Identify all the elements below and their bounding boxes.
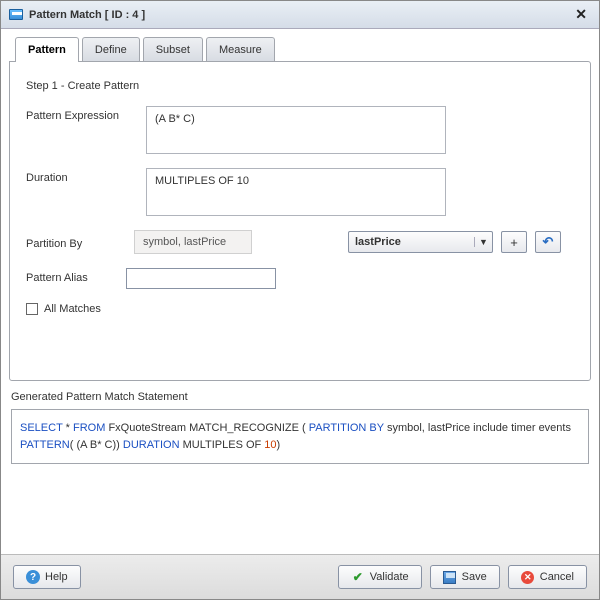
validate-button[interactable]: ✔ Validate bbox=[338, 565, 422, 589]
add-partition-button[interactable]: + bbox=[501, 231, 527, 253]
help-icon: ? bbox=[26, 570, 40, 584]
row-partition-by: Partition By symbol, lastPrice lastPrice… bbox=[26, 230, 574, 254]
step-label: Step 1 - Create Pattern bbox=[26, 80, 574, 92]
undo-partition-button[interactable]: ↶ bbox=[535, 231, 561, 253]
label-duration: Duration bbox=[26, 168, 146, 184]
titlebar: Pattern Match [ ID : 4 ] ✕ bbox=[1, 1, 599, 29]
save-icon bbox=[443, 571, 456, 584]
pattern-expression-input[interactable]: (A B* C) bbox=[146, 106, 446, 154]
generated-statement: SELECT * FROM FxQuoteStream MATCH_RECOGN… bbox=[11, 409, 589, 464]
validate-button-label: Validate bbox=[370, 571, 409, 583]
tab-strip: Pattern Define Subset Measure bbox=[15, 37, 591, 62]
app-icon bbox=[9, 9, 23, 20]
tab-measure[interactable]: Measure bbox=[206, 37, 275, 62]
cancel-button[interactable]: ✕ Cancel bbox=[508, 565, 587, 589]
button-bar: ? Help ✔ Validate Save ✕ Cancel bbox=[1, 554, 599, 599]
pattern-match-dialog: Pattern Match [ ID : 4 ] ✕ Pattern Defin… bbox=[0, 0, 600, 600]
close-icon[interactable]: ✕ bbox=[571, 6, 591, 23]
row-pattern-expression: Pattern Expression (A B* C) bbox=[26, 106, 574, 154]
tab-panel-pattern: Step 1 - Create Pattern Pattern Expressi… bbox=[9, 61, 591, 381]
tab-define[interactable]: Define bbox=[82, 37, 140, 62]
tab-subset[interactable]: Subset bbox=[143, 37, 203, 62]
pattern-alias-input[interactable] bbox=[126, 268, 276, 289]
tab-area: Pattern Define Subset Measure Step 1 - C… bbox=[1, 29, 599, 385]
save-button-label: Save bbox=[462, 571, 487, 583]
row-all-matches: All Matches bbox=[26, 303, 574, 315]
label-generated: Generated Pattern Match Statement bbox=[11, 391, 589, 403]
check-icon: ✔ bbox=[351, 570, 365, 584]
partition-dropdown-value: lastPrice bbox=[349, 236, 474, 248]
row-pattern-alias: Pattern Alias bbox=[26, 268, 574, 289]
plus-icon: + bbox=[510, 235, 518, 250]
label-partition-by: Partition By bbox=[26, 234, 126, 250]
tab-pattern[interactable]: Pattern bbox=[15, 37, 79, 62]
duration-input[interactable]: MULTIPLES OF 10 bbox=[146, 168, 446, 216]
dialog-title: Pattern Match [ ID : 4 ] bbox=[29, 9, 565, 21]
partition-by-display: symbol, lastPrice bbox=[134, 230, 252, 254]
all-matches-checkbox[interactable] bbox=[26, 303, 38, 315]
undo-icon: ↶ bbox=[543, 234, 554, 250]
chevron-down-icon: ▼ bbox=[474, 237, 492, 247]
partition-dropdown[interactable]: lastPrice ▼ bbox=[348, 231, 493, 253]
label-all-matches: All Matches bbox=[44, 303, 101, 315]
help-button-label: Help bbox=[45, 571, 68, 583]
save-button[interactable]: Save bbox=[430, 565, 500, 589]
generated-section: Generated Pattern Match Statement SELECT… bbox=[1, 385, 599, 474]
cancel-icon: ✕ bbox=[521, 571, 534, 584]
cancel-button-label: Cancel bbox=[540, 571, 574, 583]
label-pattern-alias: Pattern Alias bbox=[26, 268, 126, 284]
row-duration: Duration MULTIPLES OF 10 bbox=[26, 168, 574, 216]
help-button[interactable]: ? Help bbox=[13, 565, 81, 589]
label-pattern-expression: Pattern Expression bbox=[26, 106, 146, 122]
